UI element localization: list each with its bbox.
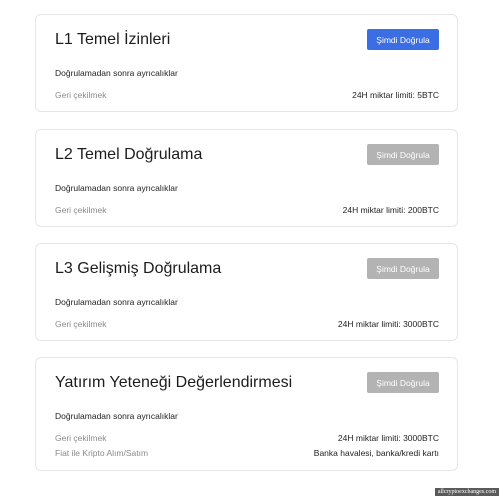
card-title: L3 Gelişmiş Doğrulama [55, 260, 222, 277]
verify-now-button[interactable]: Şimdi Doğrula [367, 258, 439, 279]
privilege-value: Banka havalesi, banka/kredi kartı [313, 448, 439, 458]
verify-now-button[interactable]: Şimdi Doğrula [367, 29, 439, 50]
card-title: L1 Temel İzinleri [55, 31, 171, 48]
card-subtitle: Doğrulamadan sonra ayrıcalıklar [55, 68, 178, 78]
card-title: Yatırım Yeteneği Değerlendirmesi [55, 374, 293, 391]
verification-card-l2: L2 Temel Doğrulama Şimdi Doğrula Doğrula… [35, 129, 458, 227]
verify-now-button[interactable]: Şimdi Doğrula [367, 144, 439, 165]
verification-card-l1: L1 Temel İzinleri Şimdi Doğrula Doğrulam… [35, 14, 458, 112]
privilege-row: Geri çekilmek 24H miktar limiti: 5BTC [55, 89, 439, 101]
privilege-row: Geri çekilmek 24H miktar limiti: 3000BTC [55, 318, 439, 330]
privilege-row: Fiat ile Kripto Alım/Satım Banka havales… [55, 447, 439, 459]
privilege-value: 24H miktar limiti: 200BTC [342, 205, 439, 215]
card-title: L2 Temel Doğrulama [55, 146, 203, 163]
privilege-label: Geri çekilmek [55, 319, 107, 329]
card-subtitle: Doğrulamadan sonra ayrıcalıklar [55, 297, 178, 307]
card-subtitle: Doğrulamadan sonra ayrıcalıklar [55, 183, 178, 193]
verify-now-button[interactable]: Şimdi Doğrula [367, 372, 439, 393]
privilege-value: 24H miktar limiti: 5BTC [352, 90, 439, 100]
privilege-row: Geri çekilmek 24H miktar limiti: 3000BTC [55, 432, 439, 444]
privilege-label: Geri çekilmek [55, 433, 107, 443]
privilege-label: Geri çekilmek [55, 205, 107, 215]
privilege-value: 24H miktar limiti: 3000BTC [337, 433, 439, 443]
privilege-label: Geri çekilmek [55, 90, 107, 100]
card-subtitle: Doğrulamadan sonra ayrıcalıklar [55, 411, 178, 421]
privilege-value: 24H miktar limiti: 3000BTC [337, 319, 439, 329]
privilege-label: Fiat ile Kripto Alım/Satım [55, 448, 149, 458]
verification-card-investment-assessment: Yatırım Yeteneği Değerlendirmesi Şimdi D… [35, 357, 458, 471]
privilege-row: Geri çekilmek 24H miktar limiti: 200BTC [55, 204, 439, 216]
watermark: allcryptoexchanges.com [434, 488, 499, 496]
verification-card-l3: L3 Gelişmiş Doğrulama Şimdi Doğrula Doğr… [35, 243, 458, 341]
